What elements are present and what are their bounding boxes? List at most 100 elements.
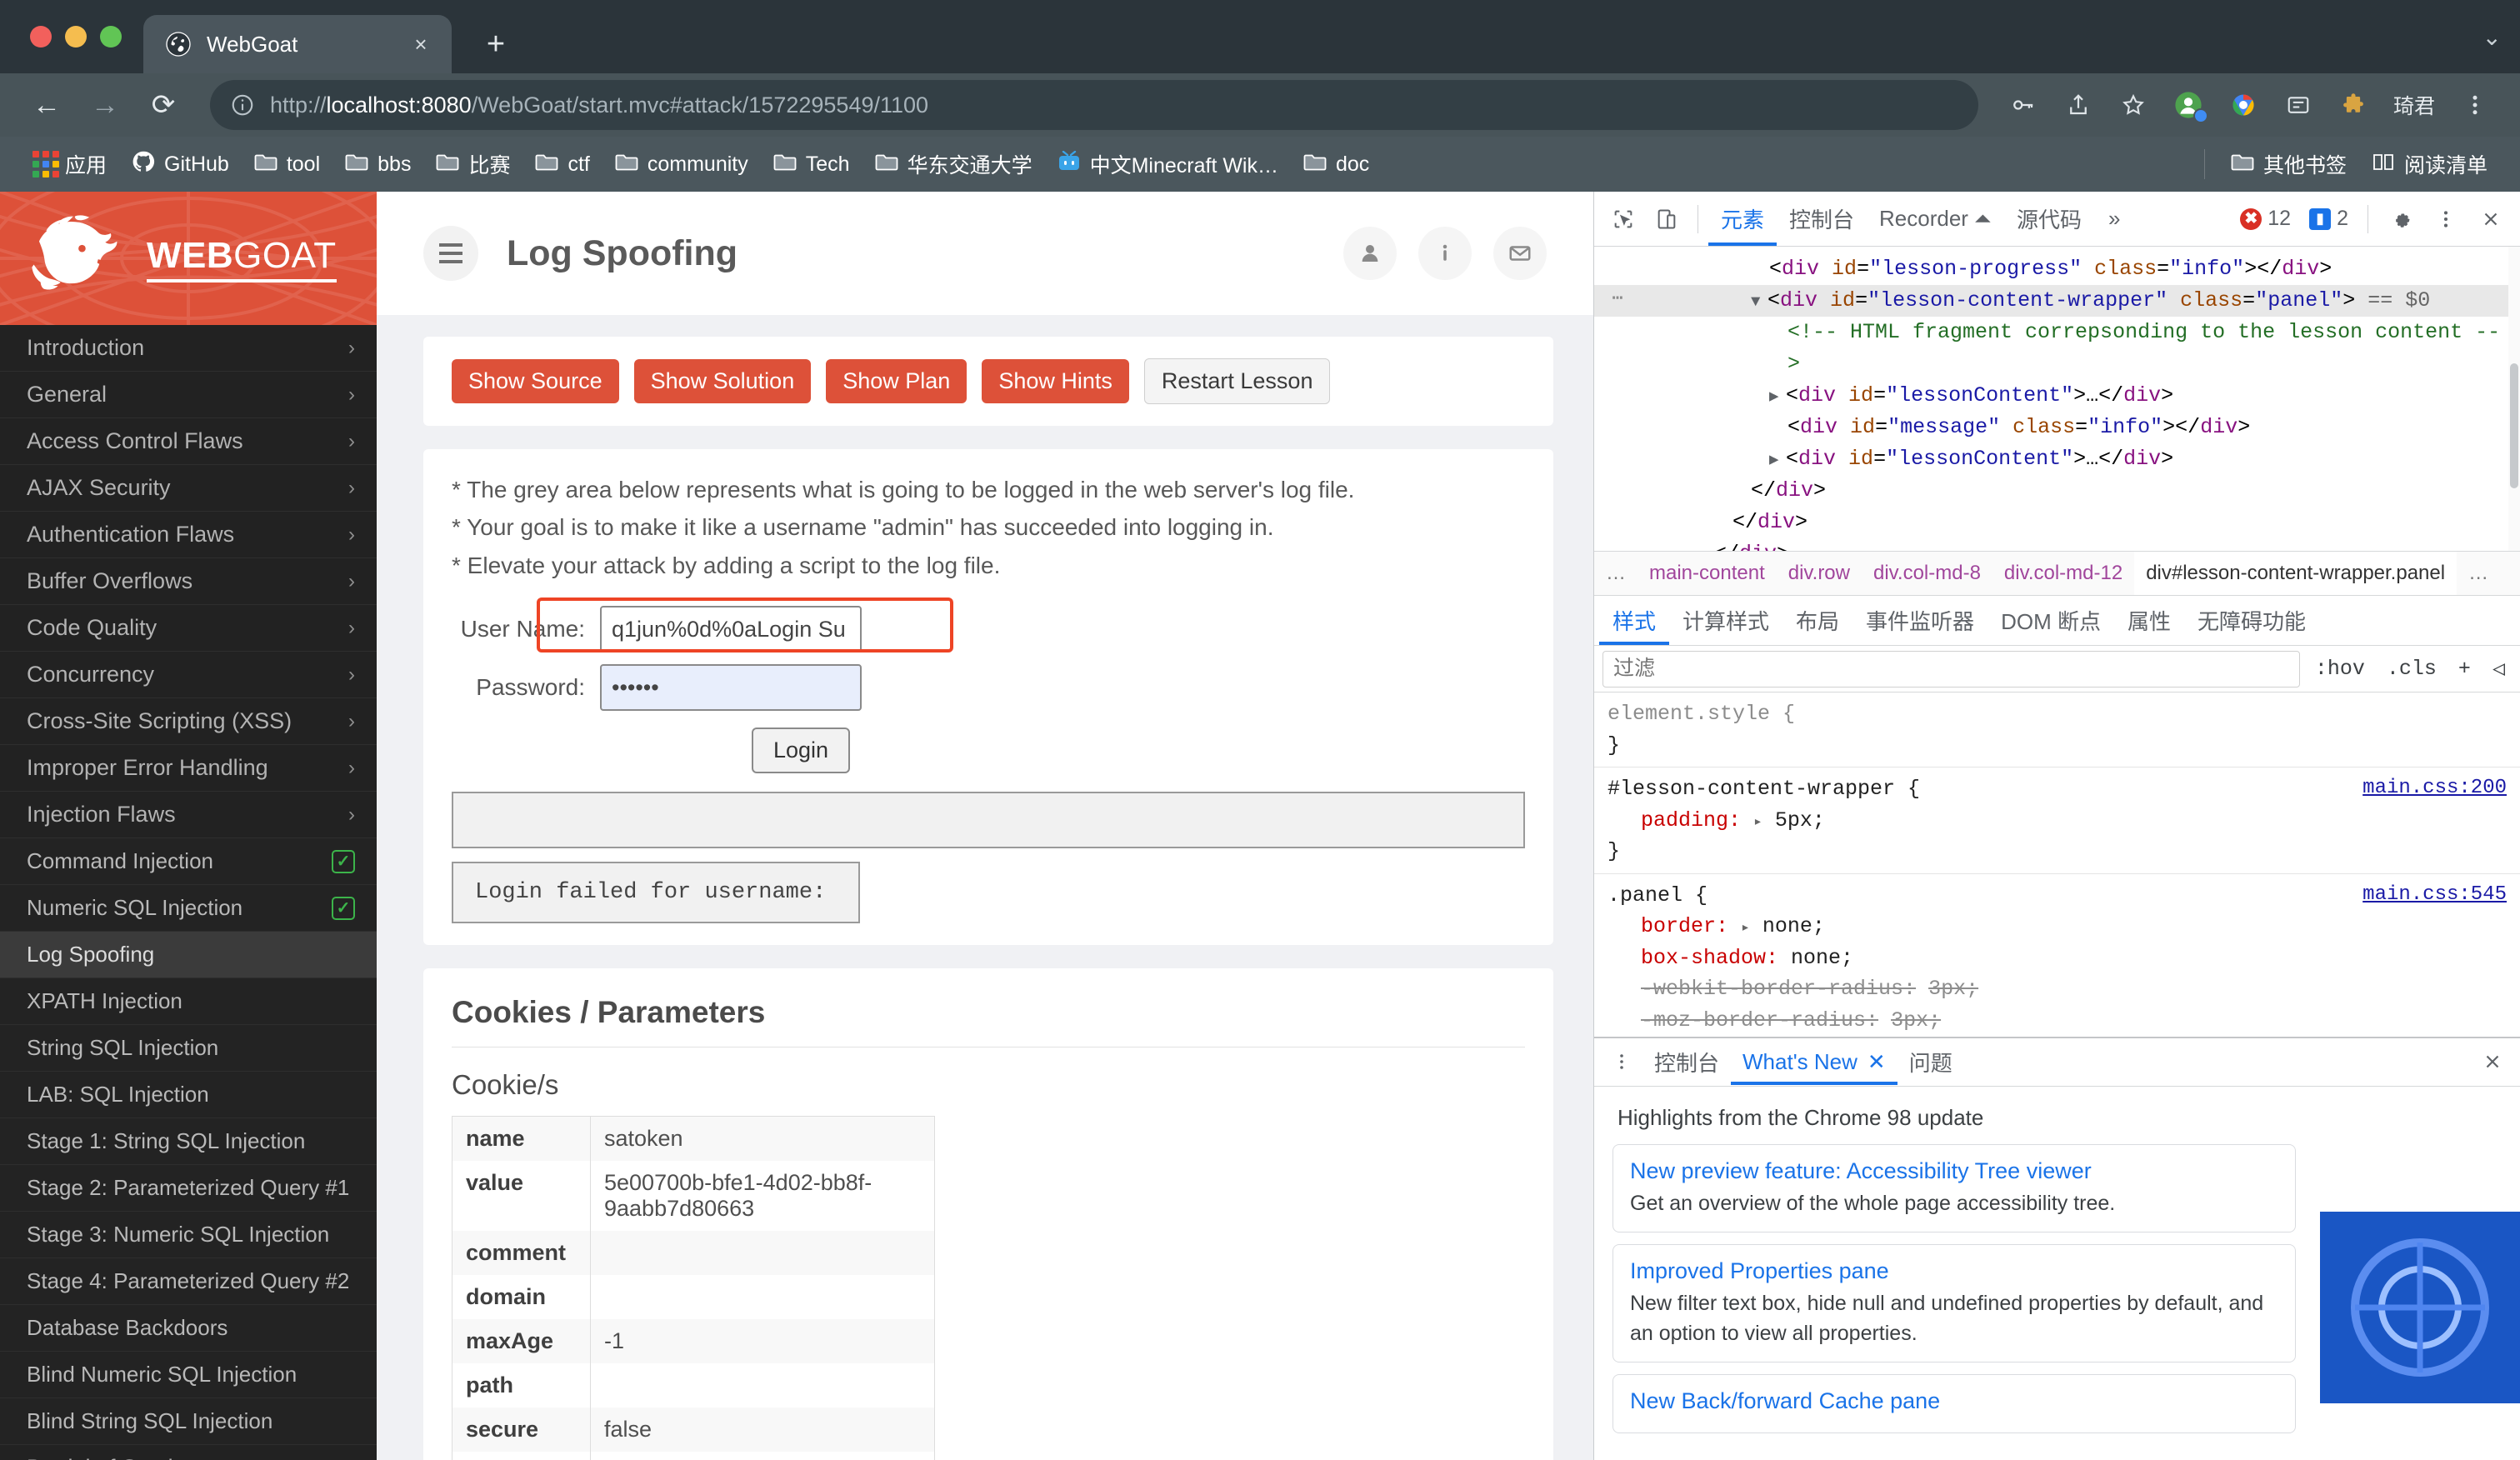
dom-node-line[interactable]: ⋯ ▼ <div id="lesson-content-wrapper" class… — [1594, 285, 2520, 317]
sidebar-item-stage-1-string-sql-injection[interactable]: Stage 1: String SQL Injection — [0, 1118, 377, 1165]
style-source-link[interactable]: main.css:200 — [2362, 773, 2507, 803]
sidebar-item-string-sql-injection[interactable]: String SQL Injection — [0, 1025, 377, 1072]
styles-sidebar-tab-无障碍功能[interactable]: 无障碍功能 — [2184, 597, 2319, 645]
sidebar-item-lab-sql-injection[interactable]: LAB: SQL Injection — [0, 1072, 377, 1118]
dom-node-line[interactable]: ▶ <div id="lessonContent">…</div> — [1594, 443, 2520, 475]
dom-node-line[interactable]: ▶ <div id="lessonContent">…</div> — [1594, 380, 2520, 412]
bookmark-阅读清单[interactable]: 阅读清单 — [2359, 142, 2500, 187]
dom-node-line[interactable]: <div id="lesson-progress" class="info"><… — [1594, 253, 2520, 285]
dom-node-line[interactable]: </div> — [1594, 538, 2520, 551]
css-rule[interactable]: main.css:545 .panel { border: ▸ none; box… — [1594, 874, 2520, 1037]
sidebar-item-stage-4-parameterized-query-2[interactable]: Stage 4: Parameterized Query #2 — [0, 1258, 377, 1305]
hover-state-button[interactable]: :hov — [2308, 657, 2372, 681]
forward-button[interactable]: → — [80, 80, 130, 130]
dom-tree-view[interactable]: <div id="lesson-progress" class="info"><… — [1594, 247, 2520, 551]
dom-tree-scrollbar[interactable] — [2508, 247, 2520, 551]
devtools-tab-源代码[interactable]: 源代码 — [2004, 192, 2094, 246]
info-icon[interactable] — [1418, 227, 1472, 280]
close-icon[interactable] — [2472, 1041, 2513, 1082]
sidebar-item-buffer-overflows[interactable]: Buffer Overflows › — [0, 558, 377, 605]
css-selector[interactable]: element.style { — [1608, 698, 2520, 730]
drawer-tab--[interactable]: 控制台 — [1642, 1038, 1731, 1085]
whats-new-title[interactable]: New Back/forward Cache pane — [1630, 1388, 2278, 1414]
restart-lesson-button[interactable]: Restart Lesson — [1143, 358, 1331, 404]
sidebar-item-stage-3-numeric-sql-injection[interactable]: Stage 3: Numeric SQL Injection — [0, 1212, 377, 1258]
sidebar-item-stage-2-parameterized-query-1[interactable]: Stage 2: Parameterized Query #1 — [0, 1165, 377, 1212]
styles-sidebar-tab-计算样式[interactable]: 计算样式 — [1669, 597, 1782, 645]
drawer-tab-what-s-new[interactable]: What's New ✕ — [1731, 1038, 1898, 1085]
address-bar[interactable]: http://localhost:8080/WebGoat/start.mvc#… — [210, 80, 1978, 130]
sidebar-item-blind-numeric-sql-injection[interactable]: Blind Numeric SQL Injection — [0, 1352, 377, 1398]
kebab-menu-icon[interactable] — [1601, 1041, 1642, 1082]
login-button[interactable]: Login — [752, 728, 851, 774]
show-plan-button[interactable]: Show Plan — [826, 359, 968, 403]
sidebar-item-ajax-security[interactable]: AJAX Security › — [0, 465, 377, 512]
info-circle-icon[interactable] — [230, 92, 255, 118]
sidebar-item-general[interactable]: General › — [0, 372, 377, 418]
sidebar-item-blind-string-sql-injection[interactable]: Blind String SQL Injection — [0, 1398, 377, 1445]
dom-node-line[interactable]: </div> — [1594, 507, 2520, 538]
bookmark-bbs[interactable]: bbs — [332, 142, 423, 187]
sidebar-item-access-control-flaws[interactable]: Access Control Flaws › — [0, 418, 377, 465]
profile-avatar[interactable] — [2165, 82, 2212, 128]
style-source-link[interactable]: main.css:545 — [2362, 880, 2507, 910]
sidebar-item-improper-error-handling[interactable]: Improper Error Handling › — [0, 745, 377, 792]
styles-sidebar-tab-DOM 断点[interactable]: DOM 断点 — [1988, 597, 2114, 645]
class-toggle-button[interactable]: .cls — [2380, 657, 2443, 681]
show-hints-button[interactable]: Show Hints — [982, 359, 1129, 403]
whats-new-card[interactable]: New Back/forward Cache pane — [1612, 1374, 2296, 1433]
reading-mode-icon[interactable] — [2275, 82, 2322, 128]
new-tab-button[interactable]: + — [470, 18, 522, 70]
profile-name-label[interactable]: 琦君 — [2385, 90, 2443, 120]
styles-sidebar-tab-属性[interactable]: 属性 — [2114, 597, 2184, 645]
close-icon[interactable] — [2470, 198, 2512, 240]
drawer-tab--[interactable]: 问题 — [1898, 1038, 1964, 1085]
bookmark-GitHub[interactable]: GitHub — [119, 142, 242, 187]
inspect-cursor-icon[interactable] — [1602, 198, 1644, 240]
breadcrumb-item[interactable]: div.col-md-12 — [1992, 552, 2134, 595]
bookmark-community[interactable]: community — [602, 142, 761, 187]
expand-arrow-icon[interactable]: ▸ — [1753, 814, 1762, 831]
dom-node-line[interactable]: <!-- HTML fragment correpsonding to the … — [1594, 317, 2520, 348]
reload-button[interactable]: ⟳ — [138, 80, 188, 130]
breadcrumb-item[interactable]: … — [1594, 552, 1638, 595]
styles-sidebar-tab-布局[interactable]: 布局 — [1782, 597, 1852, 645]
computed-sidebar-toggle[interactable]: ◁ — [2486, 656, 2512, 682]
maximize-window-button[interactable] — [100, 26, 122, 48]
back-button[interactable]: ← — [22, 80, 72, 130]
close-window-button[interactable] — [30, 26, 52, 48]
sidebar-item-xpath-injection[interactable]: XPATH Injection — [0, 978, 377, 1025]
key-icon[interactable] — [2000, 82, 2047, 128]
new-style-rule-button[interactable]: + — [2452, 657, 2478, 681]
bookmark-中文Minecraft Wik…[interactable]: 中文Minecraft Wik… — [1045, 142, 1291, 187]
breadcrumb-item[interactable]: div.row — [1777, 552, 1862, 595]
kebab-menu-icon[interactable] — [2425, 198, 2467, 240]
gear-icon[interactable] — [2380, 198, 2422, 240]
css-rule[interactable]: element.style { } — [1594, 692, 2520, 768]
whats-new-title[interactable]: Improved Properties pane — [1630, 1258, 2278, 1284]
minimize-window-button[interactable] — [65, 26, 87, 48]
styles-sidebar-tab-样式[interactable]: 样式 — [1599, 597, 1669, 645]
breadcrumb-item[interactable]: div#lesson-content-wrapper.panel — [2134, 552, 2458, 595]
user-icon[interactable] — [1343, 227, 1397, 280]
more-panels-button[interactable]: » — [2096, 192, 2132, 246]
puzzle-icon[interactable] — [2330, 82, 2377, 128]
kebab-menu-icon[interactable] — [2452, 82, 2498, 128]
star-icon[interactable] — [2110, 82, 2157, 128]
expand-arrow-icon[interactable]: ▸ — [1741, 920, 1750, 937]
sidebar-item-code-quality[interactable]: Code Quality › — [0, 605, 377, 652]
sidebar-item-denial-of-service[interactable]: Denial of Service › — [0, 1445, 377, 1460]
device-toolbar-icon[interactable] — [1646, 198, 1688, 240]
bookmark-其他书签[interactable]: 其他书签 — [2218, 142, 2359, 187]
bookmark-Tech[interactable]: Tech — [761, 142, 862, 187]
show-source-button[interactable]: Show Source — [452, 359, 619, 403]
webgoat-brand[interactable]: WEBGOAT — [0, 192, 377, 325]
devtools-tab-元素[interactable]: 元素 — [1708, 192, 1777, 246]
styles-sidebar-tab-事件监听器[interactable]: 事件监听器 — [1852, 597, 1988, 645]
mail-icon[interactable] — [1493, 227, 1547, 280]
close-icon[interactable]: × — [407, 32, 435, 58]
bookmark-比赛[interactable]: 比赛 — [423, 142, 522, 187]
breadcrumb-item[interactable]: div.col-md-8 — [1862, 552, 1992, 595]
bookmark-tool[interactable]: tool — [242, 142, 332, 187]
styles-pane[interactable]: element.style { } main.css:200 #lesson-c… — [1594, 692, 2520, 1037]
